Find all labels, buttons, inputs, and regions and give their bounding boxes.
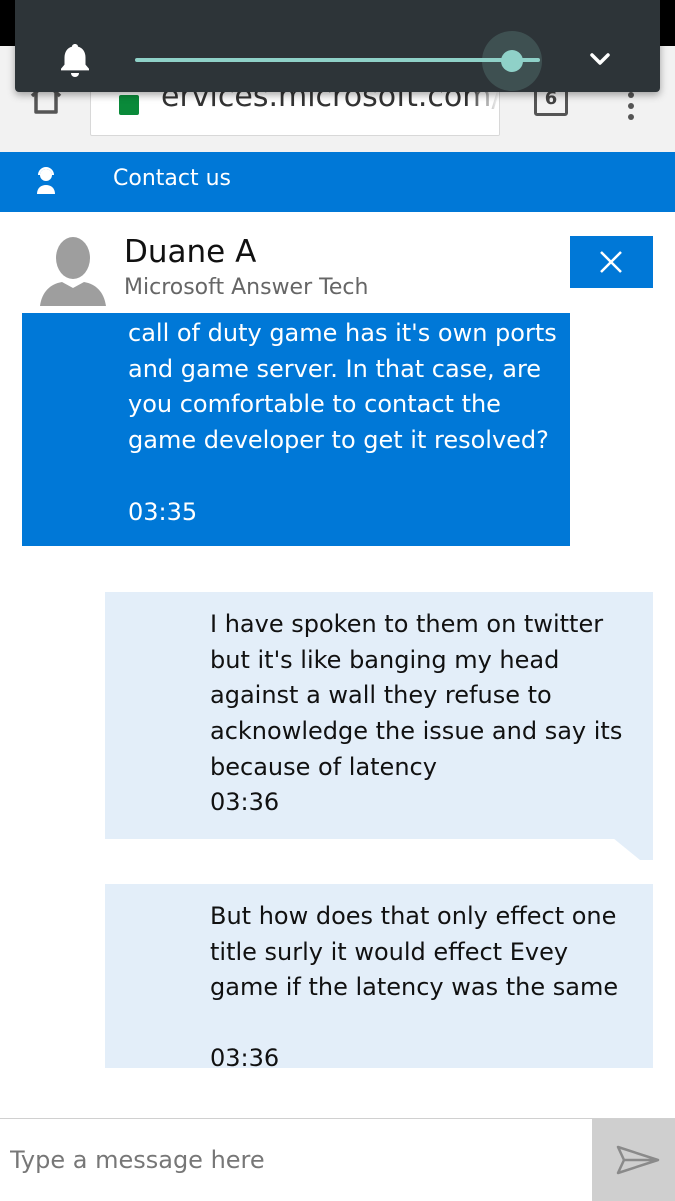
send-button[interactable]: [592, 1119, 675, 1201]
message-input[interactable]: [0, 1119, 592, 1201]
chevron-down-icon[interactable]: [587, 46, 613, 72]
agent-message: call of duty game has it's own ports and…: [22, 313, 570, 546]
message-text: I have spoken to them on twitter but it'…: [210, 610, 623, 781]
volume-panel: [15, 0, 660, 92]
composer: [0, 1118, 675, 1201]
bubble-tail: [613, 838, 640, 860]
agent-name: Duane A: [124, 234, 257, 270]
message-time: 03:36: [210, 788, 280, 816]
agent-role: Microsoft Answer Tech: [124, 275, 369, 300]
avatar-icon: [40, 237, 106, 306]
close-icon: [600, 251, 622, 273]
agent-icon: [37, 167, 55, 194]
close-chat-button[interactable]: [570, 236, 653, 288]
more-icon[interactable]: [626, 92, 636, 122]
user-message: I have spoken to them on twitter but it'…: [105, 592, 653, 839]
message-time: 03:36: [210, 1044, 280, 1072]
lock-icon: [119, 95, 139, 115]
send-icon: [616, 1145, 660, 1175]
volume-slider-track[interactable]: [135, 58, 540, 62]
user-message: But how does that only effect one title …: [105, 884, 653, 1072]
chat-transcript[interactable]: call of duty game has it's own ports and…: [0, 312, 675, 1118]
page-title: Contact us: [113, 166, 231, 191]
volume-slider-thumb[interactable]: [500, 50, 523, 72]
message-text: But how does that only effect one title …: [210, 902, 619, 1002]
bell-icon[interactable]: [55, 40, 95, 80]
message-time: 03:35: [128, 498, 198, 526]
message-text: call of duty game has it's own ports and…: [128, 319, 557, 454]
contact-header: Contact us: [0, 152, 675, 212]
